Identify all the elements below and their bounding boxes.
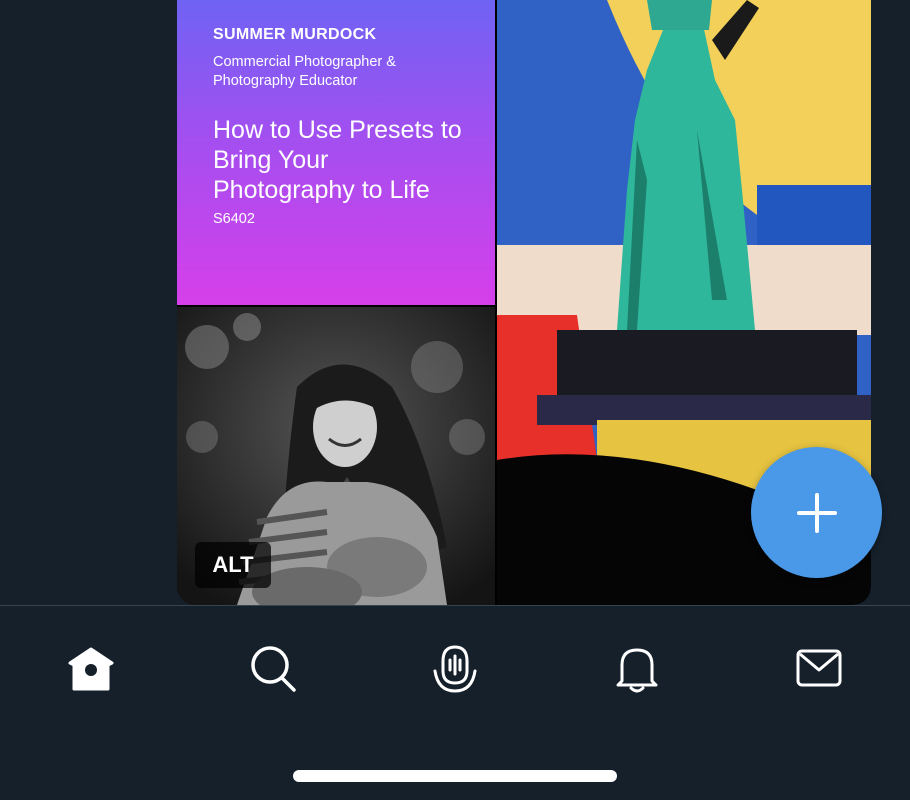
alt-text-badge[interactable]: ALT: [195, 542, 271, 588]
mail-icon: [796, 649, 842, 687]
promo-session-title: How to Use Presets to Bring Your Photogr…: [213, 116, 462, 204]
home-icon: [68, 647, 114, 691]
tab-notifications[interactable]: [607, 638, 667, 698]
tab-messages[interactable]: [789, 638, 849, 698]
tab-home[interactable]: [61, 638, 121, 698]
tab-search[interactable]: [243, 638, 303, 698]
promo-speaker-role: Commercial Photographer & Photography Ed…: [213, 54, 396, 89]
home-indicator[interactable]: [293, 770, 617, 782]
promo-image[interactable]: SUMMER MURDOCK Commercial Photographer &…: [177, 0, 495, 305]
plus-icon: [796, 492, 837, 533]
bell-icon: [616, 648, 658, 693]
search-icon: [251, 646, 296, 692]
promo-session-code: S6402: [213, 211, 255, 227]
bottom-tab-bar: [0, 605, 910, 800]
compose-button[interactable]: [751, 447, 882, 578]
promo-speaker-name: SUMMER MURDOCK: [213, 26, 377, 43]
tab-spaces[interactable]: [425, 638, 485, 698]
app-screen: SUMMER MURDOCK Commercial Photographer &…: [0, 0, 910, 800]
spaces-icon: [433, 645, 477, 693]
